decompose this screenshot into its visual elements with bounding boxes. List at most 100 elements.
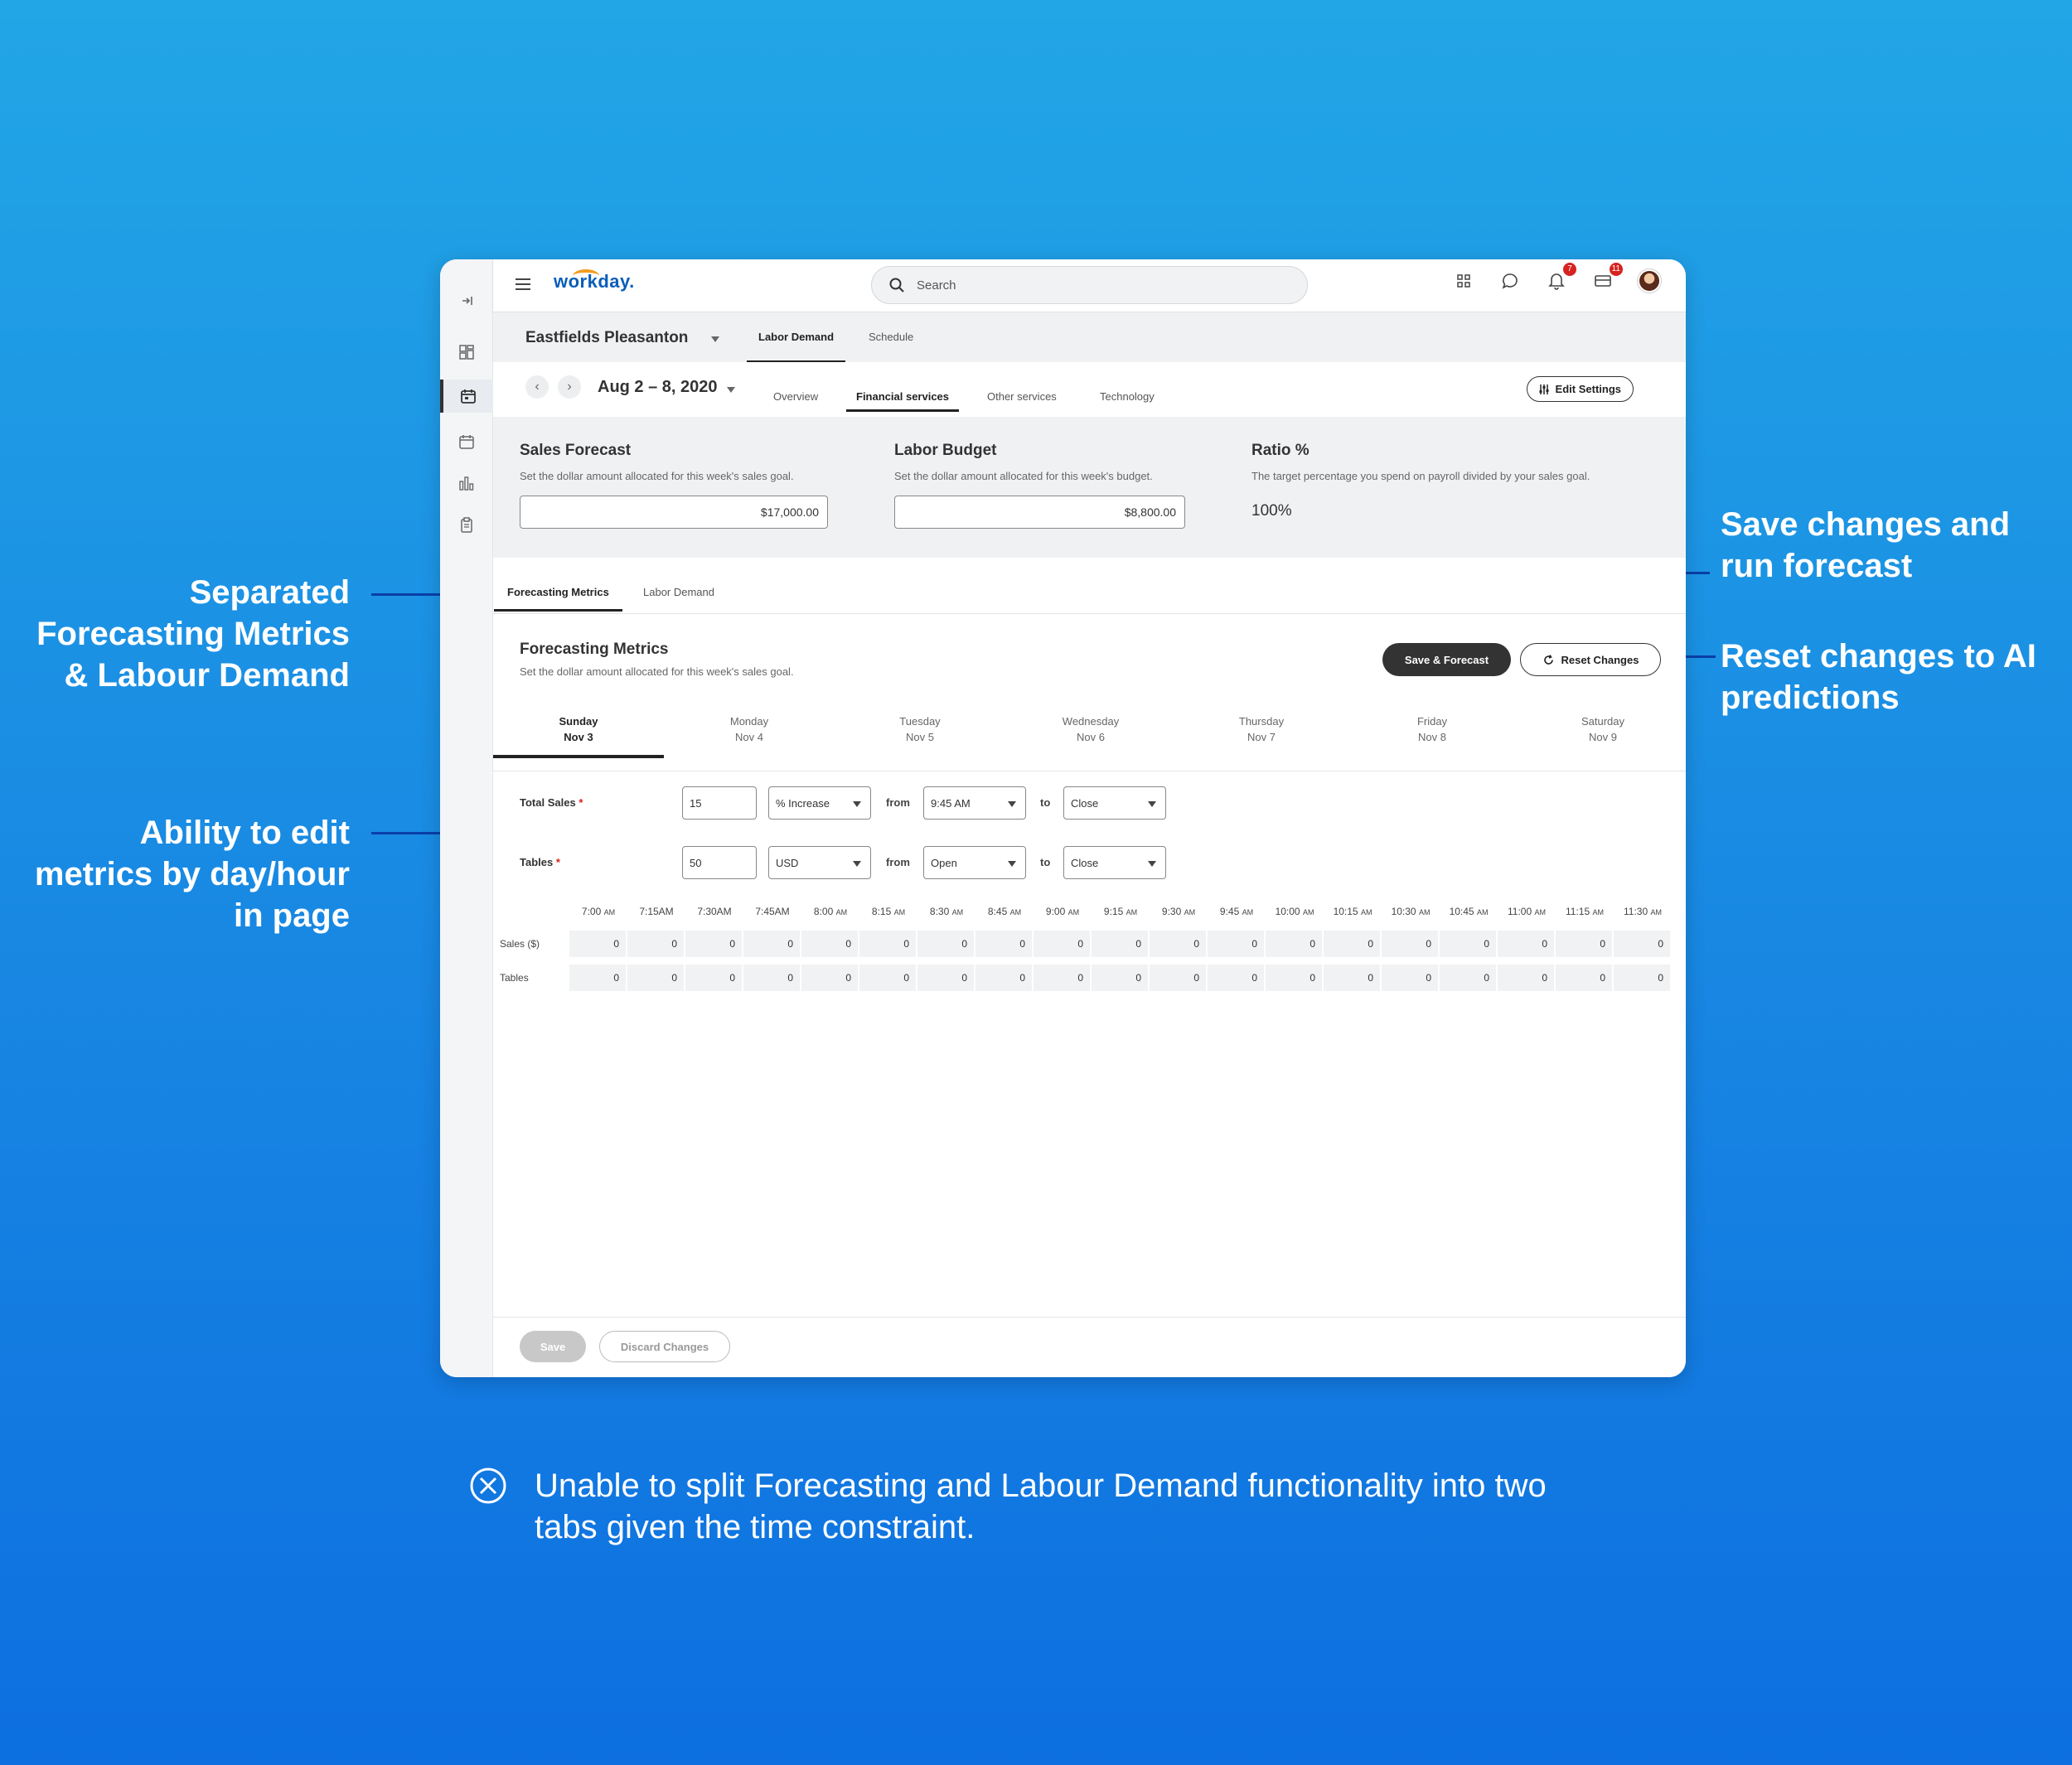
grid-cell[interactable]: 0 <box>801 931 858 957</box>
clipboard-icon[interactable] <box>440 508 493 541</box>
chart-icon[interactable] <box>440 467 493 500</box>
grid-cell[interactable]: 0 <box>1034 931 1090 957</box>
search-input[interactable]: Search <box>871 266 1308 304</box>
time-column-header: 9:45 AM <box>1208 906 1266 917</box>
grid-cell[interactable]: 0 <box>1208 931 1264 957</box>
chevron-down-icon[interactable] <box>711 336 719 342</box>
grid-cell[interactable]: 0 <box>627 965 684 991</box>
grid-cell[interactable]: 0 <box>859 931 916 957</box>
grid-cell[interactable]: 0 <box>975 931 1032 957</box>
time-column-header: 7:45AM <box>743 906 801 917</box>
day-tab-monday[interactable]: Monday Nov 4 <box>664 713 835 745</box>
tables-from-select[interactable]: Open <box>923 846 1026 879</box>
grid-cell[interactable]: 0 <box>859 965 916 991</box>
time-column-header: 10:15 AM <box>1324 906 1382 917</box>
tab-other-services[interactable]: Other services <box>987 390 1057 403</box>
calendar-icon[interactable] <box>440 425 493 458</box>
tables-value-input[interactable]: 50 <box>682 846 757 879</box>
tab-labor-demand-section[interactable]: Labor Demand <box>643 586 714 598</box>
grid-cell[interactable]: 0 <box>569 931 626 957</box>
grid-cell[interactable]: 0 <box>1614 931 1670 957</box>
grid-cell[interactable]: 0 <box>1150 965 1206 991</box>
sales-forecast-title: Sales Forecast <box>520 442 632 459</box>
dashboard-icon[interactable] <box>440 336 493 369</box>
save-forecast-button[interactable]: Save & Forecast <box>1382 643 1511 676</box>
chat-icon[interactable] <box>1498 269 1522 293</box>
notifications-icon[interactable]: 7 <box>1545 263 1576 293</box>
grid-cell[interactable]: 0 <box>1324 965 1380 991</box>
grid-cell[interactable]: 0 <box>1150 931 1206 957</box>
inbox-icon[interactable]: 11 <box>1591 263 1623 293</box>
forecasting-title: Forecasting Metrics <box>520 641 669 658</box>
grid-cell[interactable]: 0 <box>801 965 858 991</box>
grid-cell[interactable]: 0 <box>685 931 742 957</box>
day-tab-saturday[interactable]: Saturday Nov 9 <box>1518 713 1686 745</box>
day-tab-friday[interactable]: Friday Nov 8 <box>1347 713 1518 745</box>
date-range[interactable]: Aug 2 – 8, 2020 <box>598 378 718 397</box>
grid-cell[interactable]: 0 <box>1266 931 1322 957</box>
tab-financial-services[interactable]: Financial services <box>845 390 960 412</box>
tab-schedule[interactable]: Schedule <box>869 331 913 343</box>
annotation-separated: Separated Forecasting Metrics & Labour D… <box>33 572 350 696</box>
tab-forecasting-metrics[interactable]: Forecasting Metrics <box>494 586 622 612</box>
tables-to-select[interactable]: Close <box>1063 846 1166 879</box>
grid-cell[interactable]: 0 <box>685 965 742 991</box>
labor-budget-input[interactable]: $8,800.00 <box>894 496 1185 529</box>
grid-cell[interactable]: 0 <box>1440 965 1496 991</box>
close-circle-icon <box>470 1468 506 1504</box>
grid-cell[interactable]: 0 <box>1382 931 1438 957</box>
reset-changes-label: Reset Changes <box>1561 653 1639 666</box>
grid-cell[interactable]: 0 <box>1324 931 1380 957</box>
grid-cell[interactable]: 0 <box>1440 931 1496 957</box>
reset-changes-button[interactable]: Reset Changes <box>1520 643 1661 676</box>
grid-cell[interactable]: 0 <box>1556 931 1612 957</box>
grid-cell[interactable]: 0 <box>569 965 626 991</box>
day-tab-tuesday[interactable]: Tuesday Nov 5 <box>835 713 1005 745</box>
time-column-header: 11:30 AM <box>1614 906 1672 917</box>
total-sales-from-select[interactable]: 9:45 AM <box>923 786 1026 820</box>
total-sales-value-input[interactable]: 15 <box>682 786 757 820</box>
labor-calendar-icon[interactable] <box>440 380 493 413</box>
apps-icon[interactable] <box>1452 269 1475 293</box>
grid-cell[interactable]: 0 <box>975 965 1032 991</box>
tab-technology[interactable]: Technology <box>1100 390 1155 403</box>
next-week-button[interactable]: › <box>558 375 581 399</box>
save-button[interactable]: Save <box>520 1331 586 1362</box>
grid-cell[interactable]: 0 <box>1556 965 1612 991</box>
avatar[interactable] <box>1638 269 1661 293</box>
tab-overview[interactable]: Overview <box>773 390 818 403</box>
grid-cell[interactable]: 0 <box>1498 931 1554 957</box>
grid-cell[interactable]: 0 <box>1382 965 1438 991</box>
store-name[interactable]: Eastfields Pleasanton <box>525 329 688 347</box>
day-name: Wednesday <box>1062 715 1120 728</box>
grid-cell[interactable]: 0 <box>917 965 974 991</box>
grid-cell[interactable]: 0 <box>1092 931 1148 957</box>
chevron-down-icon[interactable] <box>727 387 735 393</box>
total-sales-unit-select[interactable]: % Increase <box>768 786 871 820</box>
grid-cell[interactable]: 0 <box>1034 965 1090 991</box>
time-value: 10:15 <box>1333 906 1358 917</box>
day-tab-wednesday[interactable]: Wednesday Nov 6 <box>1005 713 1176 745</box>
day-tab-sunday[interactable]: Sunday Nov 3 <box>493 713 664 758</box>
grid-cell[interactable]: 0 <box>743 931 800 957</box>
grid-cell[interactable]: 0 <box>743 965 800 991</box>
day-tab-thursday[interactable]: Thursday Nov 7 <box>1176 713 1347 745</box>
grid-cell[interactable]: 0 <box>1092 965 1148 991</box>
tables-unit-select[interactable]: USD <box>768 846 871 879</box>
menu-icon[interactable] <box>514 276 532 293</box>
time-column-header: 7:00 AM <box>569 906 627 917</box>
grid-cell[interactable]: 0 <box>1498 965 1554 991</box>
grid-cell[interactable]: 0 <box>627 931 684 957</box>
sales-forecast-input[interactable]: $17,000.00 <box>520 496 828 529</box>
grid-cell[interactable]: 0 <box>1208 965 1264 991</box>
select-value: Open <box>931 856 957 869</box>
total-sales-to-select[interactable]: Close <box>1063 786 1166 820</box>
edit-settings-button[interactable]: Edit Settings <box>1526 376 1634 402</box>
grid-cell[interactable]: 0 <box>1266 965 1322 991</box>
grid-cell[interactable]: 0 <box>917 931 974 957</box>
grid-cell[interactable]: 0 <box>1614 965 1670 991</box>
tab-labor-demand[interactable]: Labor Demand <box>746 331 846 363</box>
prev-week-button[interactable]: ‹ <box>525 375 549 399</box>
collapse-icon[interactable] <box>440 284 493 317</box>
discard-changes-button[interactable]: Discard Changes <box>599 1331 730 1362</box>
